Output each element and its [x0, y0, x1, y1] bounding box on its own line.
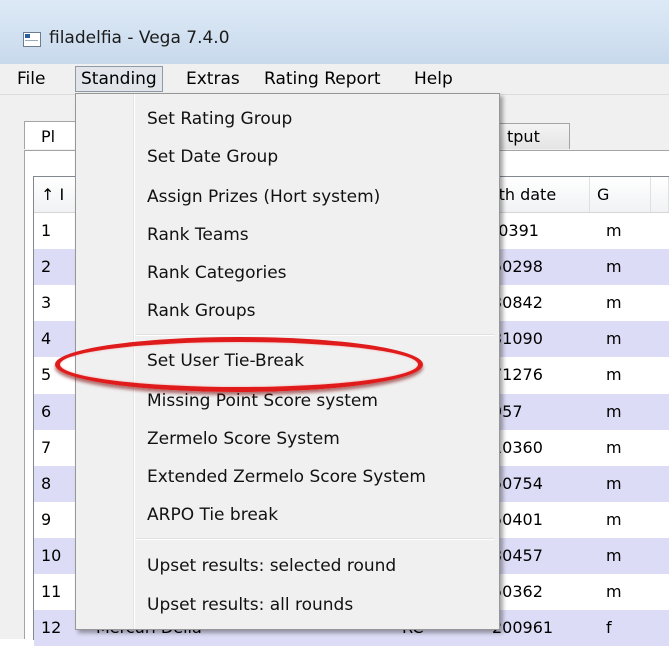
menu-item-missing-point-score[interactable]: Missing Point Score system [147, 391, 378, 411]
cell-id: 1 [41, 221, 52, 240]
header-next[interactable] [651, 177, 669, 212]
cell-id: 10 [41, 545, 62, 565]
cell-id: 6 [41, 401, 52, 421]
menu-item-assign-prizes[interactable]: Assign Prizes (Hort system) [147, 187, 380, 207]
header-gender[interactable]: G [590, 177, 651, 212]
standing-dropdown-menu: Set Rating Group Set Date Group Assign P… [75, 93, 500, 630]
cell-gender: m [606, 437, 622, 457]
menu-item-upset-selected-round[interactable]: Upset results: selected round [147, 556, 396, 576]
cell-gender: m [606, 293, 622, 313]
menu-item-rank-groups[interactable]: Rank Groups [147, 301, 256, 321]
cell-id: 2 [41, 257, 52, 277]
cell-birth-date: 200961 [492, 618, 554, 638]
cell-gender: m [606, 257, 622, 277]
menu-item-set-user-tie-break[interactable]: Set User Tie-Break [147, 351, 304, 371]
cell-id: 7 [41, 437, 52, 457]
cell-gender: f [606, 618, 612, 638]
header-birth-date[interactable]: rth date [485, 177, 590, 212]
cell-gender: m [606, 545, 622, 565]
cell-gender: m [606, 473, 622, 493]
menu-item-set-rating-group[interactable]: Set Rating Group [147, 109, 292, 129]
menu-icon-gutter-highlight [134, 94, 135, 629]
cell-id: 12 [41, 618, 62, 638]
menu-item-set-date-group[interactable]: Set Date Group [147, 147, 278, 167]
menu-item-zermelo-score[interactable]: Zermelo Score System [147, 429, 340, 449]
menu-separator [136, 334, 494, 336]
cell-gender: m [606, 401, 622, 421]
cell-id: 9 [41, 509, 52, 529]
menu-item-extended-zermelo-score[interactable]: Extended Zermelo Score System [147, 467, 426, 487]
menu-help[interactable]: Help [409, 67, 458, 91]
cell-id: 8 [41, 473, 52, 493]
menu-separator [136, 538, 494, 540]
menu-item-rank-teams[interactable]: Rank Teams [147, 225, 249, 245]
menu-rating-report[interactable]: Rating Report [259, 67, 386, 91]
cell-gender: m [606, 509, 622, 529]
menu-file[interactable]: File [12, 67, 50, 91]
cell-gender: m [606, 221, 622, 240]
menu-bar: File Standing Extras Rating Report Help [0, 64, 669, 95]
menu-item-rank-categories[interactable]: Rank Categories [147, 263, 287, 283]
menu-item-upset-all-rounds[interactable]: Upset results: all rounds [147, 595, 353, 615]
menu-item-arpo-tie-break[interactable]: ARPO Tie break [147, 505, 278, 525]
cell-gender: m [606, 365, 622, 385]
window-title: filadelfia - Vega 7.4.0 [49, 28, 230, 48]
title-bar: filadelfia - Vega 7.4.0 [0, 0, 669, 64]
cell-gender: m [606, 582, 622, 601]
cell-id: 11 [41, 582, 62, 601]
app-window-icon [23, 32, 41, 47]
cell-id: 3 [41, 293, 52, 313]
cell-gender: m [606, 329, 622, 349]
cell-id: 4 [41, 329, 52, 349]
menu-extras[interactable]: Extras [181, 67, 245, 91]
menu-standing[interactable]: Standing [75, 66, 163, 92]
cell-id: 5 [41, 365, 52, 385]
